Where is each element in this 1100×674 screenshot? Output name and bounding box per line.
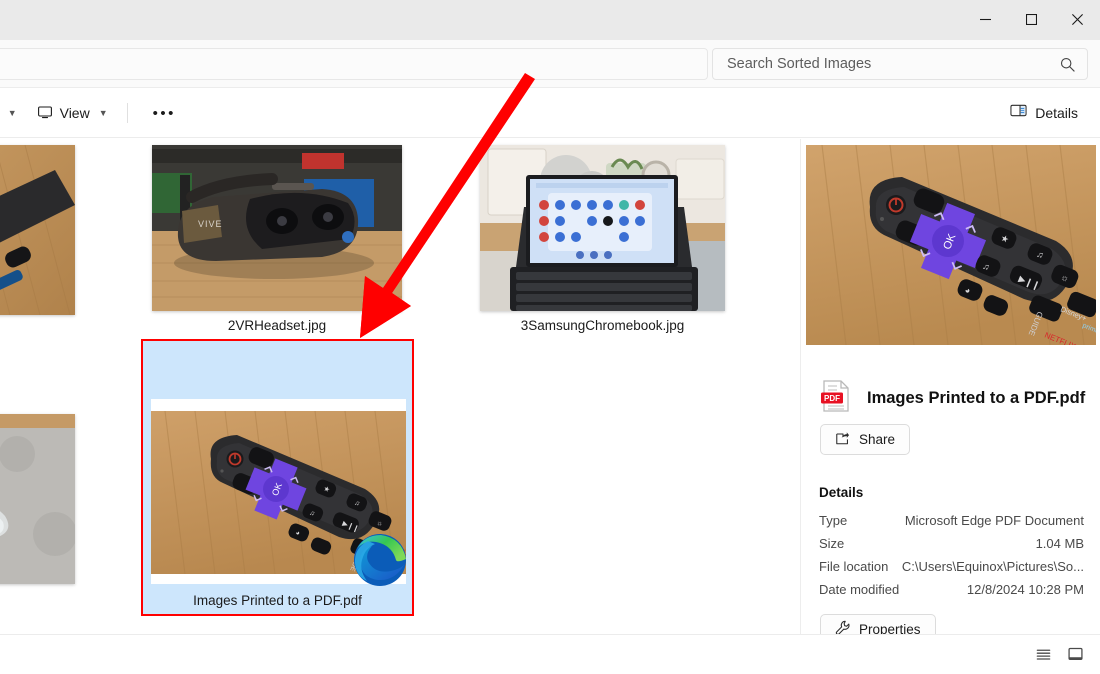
monitor-icon: [37, 104, 53, 123]
pdf-icon: PDF: [819, 379, 853, 418]
details-row: File location C:\Users\Equinox\Pictures\…: [819, 559, 1084, 574]
search-input[interactable]: Search Sorted Images: [712, 48, 1088, 80]
maximize-button[interactable]: [1008, 0, 1054, 38]
earbud-photo-partial: [0, 414, 75, 584]
preview-image: OK ★ ♫ ♫ ▶❙❙ ◕ ☼ GUIDE Disney+ NETFLIX: [806, 145, 1096, 345]
details-key: Date modified: [819, 582, 900, 597]
list-item[interactable]: VIVE 2VRHeadset.jpg: [152, 145, 402, 333]
command-bar: Sort ▼ View ▼ •••: [0, 88, 1100, 138]
details-key: Size: [819, 536, 845, 551]
details-pane-toggle[interactable]: Details: [1000, 97, 1088, 129]
status-bar: [0, 634, 1100, 674]
sort-button[interactable]: Sort ▼: [0, 97, 27, 129]
close-button[interactable]: [1054, 0, 1100, 38]
window-controls: [962, 0, 1100, 38]
details-label: Details: [1035, 105, 1078, 121]
chevron-down-icon: ▼: [98, 108, 108, 118]
toolbar-divider: [126, 103, 128, 123]
thumbnail: VIVE: [152, 145, 402, 311]
search-placeholder: Search Sorted Images: [727, 56, 872, 72]
view-label: View: [59, 105, 90, 121]
share-button[interactable]: Share: [820, 424, 911, 455]
address-bar[interactable]: d Images: [0, 48, 708, 80]
title-bar: [0, 0, 1100, 40]
details-row: Size 1.04 MB: [819, 536, 1084, 551]
list-item-selected[interactable]: OK ★ ♫ ♫ ▶❙❙ ◕ ☼ Images Printed to a PDF…: [141, 339, 414, 616]
view-button[interactable]: View ▼: [27, 97, 118, 129]
chromebook-photo: [480, 145, 725, 311]
details-value: C:\Users\Equinox\Pictures\So...: [901, 559, 1084, 574]
svg-text:PDF: PDF: [824, 394, 840, 403]
share-icon: [835, 430, 851, 449]
details-row: Type Microsoft Edge PDF Document: [819, 513, 1084, 528]
edge-icon: [352, 532, 408, 588]
details-heading: Details: [819, 485, 864, 500]
more-options-button[interactable]: •••: [137, 97, 192, 129]
details-pane-icon: [1010, 102, 1027, 124]
file-identity: PDF Images Printed to a PDF.pdf: [819, 379, 1085, 418]
list-item[interactable]: [0, 145, 75, 322]
thumbnail: [0, 145, 75, 315]
details-pane: OK ★ ♫ ♫ ▶❙❙ ◕ ☼ GUIDE Disney+ NETFLIX P…: [800, 139, 1100, 645]
list-item-label: 2VRHeadset.jpg: [227, 318, 327, 333]
details-row: Date modified 12/8/2024 10:28 PM: [819, 582, 1084, 597]
details-view-button[interactable]: [1030, 643, 1056, 667]
svg-text:VIVE: VIVE: [198, 219, 223, 229]
details-key: Type: [819, 513, 848, 528]
details-table: Type Microsoft Edge PDF Document Size 1.…: [819, 513, 1084, 605]
list-item-label: Images Printed to a PDF.pdf: [193, 593, 362, 608]
minimize-button[interactable]: [962, 0, 1008, 38]
search-icon: [1060, 57, 1075, 72]
file-preview: OK ★ ♫ ♫ ▶❙❙ ◕ ☼ GUIDE Disney+ NETFLIX: [806, 145, 1096, 345]
file-explorer-window: d Images Search Sorted Images Sort ▼: [0, 0, 1100, 674]
share-label: Share: [859, 432, 896, 447]
details-value: 12/8/2024 10:28 PM: [966, 582, 1084, 597]
large-icons-view-button[interactable]: [1062, 643, 1088, 667]
details-value: 1.04 MB: [1035, 536, 1084, 551]
vr-headset-photo: VIVE: [152, 145, 402, 311]
file-name: Images Printed to a PDF.pdf: [867, 389, 1086, 407]
list-item[interactable]: 3SamsungChromebook.jpg: [480, 145, 725, 333]
list-item[interactable]: [0, 414, 75, 591]
list-item-label: 3SamsungChromebook.jpg: [520, 318, 685, 333]
thumbnail: [480, 145, 725, 311]
remote-photo-partial: [0, 145, 75, 315]
ellipsis-icon: •••: [152, 104, 176, 122]
details-value: Microsoft Edge PDF Document: [904, 513, 1084, 528]
details-key: File location: [819, 559, 889, 574]
chevron-down-icon: ▼: [7, 108, 17, 118]
thumbnail: [0, 414, 75, 584]
